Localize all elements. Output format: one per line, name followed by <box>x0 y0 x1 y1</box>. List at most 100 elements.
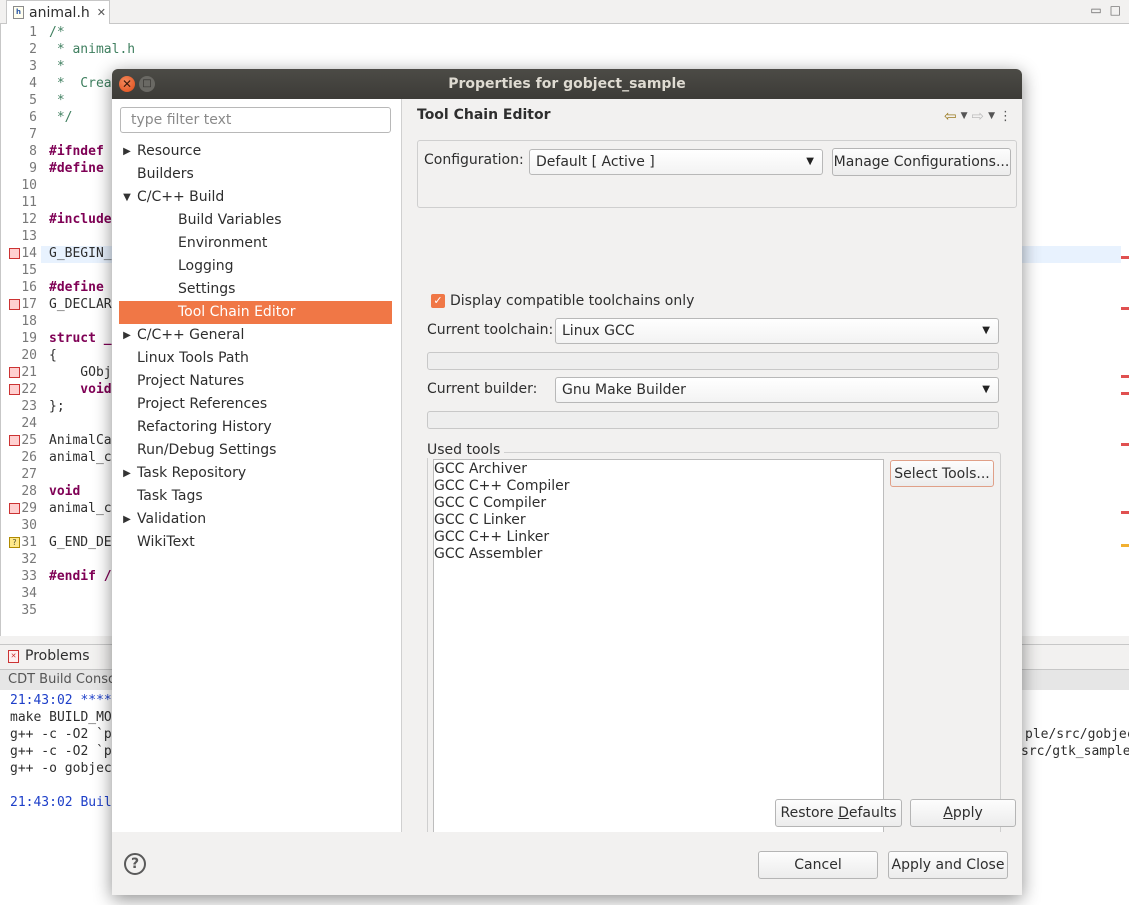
line-number: 5 <box>29 93 37 108</box>
configuration-select[interactable]: Default [ Active ] ▼ <box>529 149 823 175</box>
page-title: Tool Chain Editor <box>417 107 551 123</box>
restore-defaults-mnemonic: D <box>838 805 849 821</box>
used-tool-item[interactable]: GCC C Compiler <box>434 495 883 512</box>
line-number: 2 <box>29 42 37 57</box>
editor-tab-label: animal.h <box>29 4 90 21</box>
view-menu-icon[interactable]: ⋮ <box>999 109 1012 124</box>
nav-item-label: Settings <box>178 281 236 297</box>
apply-and-close-button[interactable]: Apply and Close <box>888 851 1008 879</box>
error-marker-icon[interactable] <box>9 248 20 259</box>
line-number: 19 <box>21 331 37 346</box>
used-tool-item[interactable]: GCC C++ Linker <box>434 529 883 546</box>
line-number: 26 <box>21 450 37 465</box>
properties-nav-tree: ▶ Resource Builders ▼ C/C++ Build Build Varia… <box>119 140 392 554</box>
nav-item-task-repository[interactable]: ▶ Task Repository <box>119 462 392 485</box>
help-icon[interactable]: ? <box>124 853 146 875</box>
chevron-down-icon[interactable]: ▼ <box>988 111 995 121</box>
chevron-right-icon[interactable]: ▶ <box>121 324 133 347</box>
tab-problems[interactable]: ✕ Problems <box>8 648 90 664</box>
chevron-down-icon[interactable]: ▼ <box>121 186 133 209</box>
line-number: 34 <box>21 586 37 601</box>
dialog-title: Properties for gobject_sample <box>448 76 686 92</box>
nav-item-logging[interactable]: Logging <box>119 255 392 278</box>
used-tool-item[interactable]: GCC C++ Compiler <box>434 478 883 495</box>
error-marker-icon[interactable] <box>9 367 20 378</box>
used-tools-list[interactable]: GCC Archiver GCC C++ Compiler GCC C Compil… <box>433 459 884 847</box>
nav-item-refactoring-history[interactable]: Refactoring History <box>119 416 392 439</box>
nav-item-builders[interactable]: Builders <box>119 163 392 186</box>
nav-item-validation[interactable]: ▶ Validation <box>119 508 392 531</box>
overview-ruler-error[interactable] <box>1121 392 1129 395</box>
used-tool-item[interactable]: GCC Archiver <box>434 461 883 478</box>
error-marker-icon[interactable] <box>9 435 20 446</box>
cancel-button[interactable]: Cancel <box>758 851 878 879</box>
nav-item-settings[interactable]: Settings <box>119 278 392 301</box>
select-tools-button[interactable]: Select Tools... <box>890 460 994 487</box>
nav-item-c-c-general[interactable]: ▶ C/C++ General <box>119 324 392 347</box>
overview-ruler-error[interactable] <box>1121 256 1129 259</box>
overview-ruler-error[interactable] <box>1121 307 1129 310</box>
restore-defaults-button[interactable]: Restore Defaults <box>775 799 902 827</box>
error-marker-icon[interactable] <box>9 503 20 514</box>
nav-item-label: Run/Debug Settings <box>137 442 277 458</box>
nav-item-project-natures[interactable]: Project Natures <box>119 370 392 393</box>
line-number: 4 <box>29 76 37 91</box>
overview-ruler-error[interactable] <box>1121 511 1129 514</box>
overview-ruler-error[interactable] <box>1121 375 1129 378</box>
apply-label: pply <box>952 805 983 821</box>
manage-configurations-button[interactable]: Manage Configurations... <box>832 148 1011 176</box>
back-arrow-icon[interactable]: ⇦ <box>944 107 957 125</box>
current-toolchain-value: Linux GCC <box>562 323 635 339</box>
dialog-titlebar[interactable]: ✕ □ Properties for gobject_sample <box>112 69 1022 99</box>
chevron-down-icon[interactable]: ▼ <box>961 111 968 121</box>
nav-item-c-c-build[interactable]: ▼ C/C++ Build <box>119 186 392 209</box>
configuration-group: Configuration: Default [ Active ] ▼ Mana… <box>417 140 1017 208</box>
close-icon[interactable]: ✕ <box>119 76 135 92</box>
line-number: 30 <box>21 518 37 533</box>
builder-status-bar <box>427 411 999 429</box>
overview-ruler-error[interactable] <box>1121 443 1129 446</box>
editor-tab-animal-h[interactable]: h animal.h ✕ <box>6 0 110 24</box>
tool-chain-editor-page: Tool Chain Editor ⇦ ▼ ⇨ ▼ ⋮ Configuratio… <box>403 99 1022 852</box>
nav-item-environment[interactable]: Environment <box>119 232 392 255</box>
used-tool-item[interactable]: GCC C Linker <box>434 512 883 529</box>
line-number: 13 <box>21 229 37 244</box>
maximize-icon[interactable]: □ <box>139 76 155 92</box>
minimize-icon[interactable]: ▭ <box>1090 3 1101 17</box>
display-compatible-checkbox[interactable]: ✓ <box>431 294 445 308</box>
current-builder-select[interactable]: Gnu Make Builder ▼ <box>555 377 999 403</box>
nav-item-run-debug-settings[interactable]: Run/Debug Settings <box>119 439 392 462</box>
tab-problems-label: Problems <box>25 648 90 664</box>
error-marker-icon[interactable] <box>9 384 20 395</box>
maximize-icon[interactable]: □ <box>1110 3 1121 17</box>
chevron-right-icon[interactable]: ▶ <box>121 462 133 485</box>
nav-item-label: Refactoring History <box>137 419 272 435</box>
line-number: 8 <box>29 144 37 159</box>
problems-icon: ✕ <box>8 649 19 663</box>
filter-input[interactable] <box>120 107 391 133</box>
nav-item-linux-tools-path[interactable]: Linux Tools Path <box>119 347 392 370</box>
nav-item-project-references[interactable]: Project References <box>119 393 392 416</box>
console-line-tail: ple/src/gobjec <box>1025 727 1129 742</box>
nav-item-build-variables[interactable]: Build Variables <box>119 209 392 232</box>
warning-marker-icon[interactable]: ? <box>9 537 20 548</box>
restore-defaults-label: Restore <box>780 805 839 821</box>
current-toolchain-select[interactable]: Linux GCC ▼ <box>555 318 999 344</box>
overview-ruler-warning[interactable] <box>1121 544 1129 547</box>
toolchain-status-bar <box>427 352 999 370</box>
nav-item-label: Tool Chain Editor <box>178 304 296 320</box>
error-marker-icon[interactable] <box>9 299 20 310</box>
close-icon[interactable]: ✕ <box>97 6 106 19</box>
forward-arrow-icon[interactable]: ⇨ <box>972 107 985 125</box>
nav-item-task-tags[interactable]: Task Tags <box>119 485 392 508</box>
used-tool-item[interactable]: GCC Assembler <box>434 546 883 563</box>
nav-item-tool-chain-editor[interactable]: Tool Chain Editor <box>119 301 392 324</box>
line-number: 12 <box>21 212 37 227</box>
chevron-right-icon[interactable]: ▶ <box>121 140 133 163</box>
line-number: 33 <box>21 569 37 584</box>
chevron-right-icon[interactable]: ▶ <box>121 508 133 531</box>
properties-dialog: ✕ □ Properties for gobject_sample ▶Resou… <box>112 69 1022 895</box>
nav-item-resource[interactable]: ▶ Resource <box>119 140 392 163</box>
apply-button[interactable]: Apply <box>910 799 1016 827</box>
nav-item-wikitext[interactable]: WikiText <box>119 531 392 554</box>
